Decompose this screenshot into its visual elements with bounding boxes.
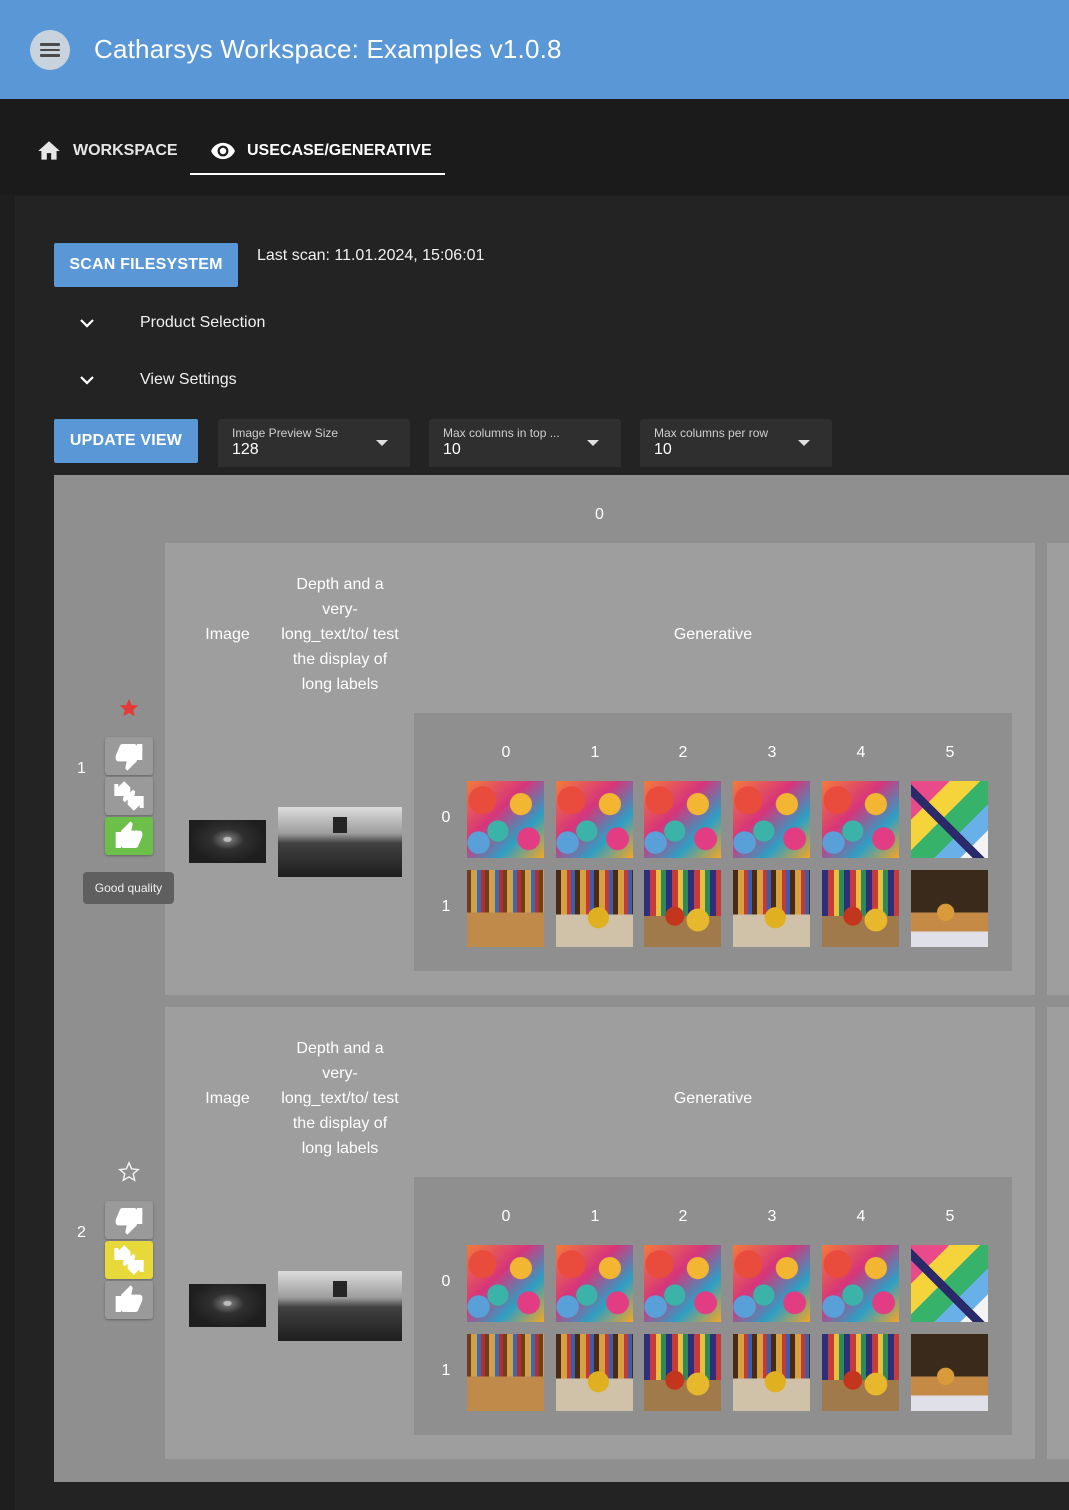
generative-image-thumbnail[interactable]	[644, 1245, 721, 1322]
generative-image-thumbnail[interactable]	[556, 1245, 633, 1322]
image-preview-size-select[interactable]: Image Preview Size 128	[218, 419, 410, 467]
max-columns-top-select[interactable]: Max columns in top ... 10	[429, 419, 621, 467]
chevron-down-icon	[80, 319, 94, 328]
generative-image-thumbnail[interactable]	[467, 1245, 544, 1322]
generative-row-header: 0	[441, 809, 451, 826]
column-header-depth: Depth and a very-long_text/to/ test the …	[281, 1040, 399, 1157]
top-column-header: 0	[595, 506, 604, 523]
tab-usecase-label: USECASE/GENERATIVE	[247, 142, 432, 159]
select-value: 10	[654, 441, 672, 458]
generative-image-thumbnail[interactable]	[644, 870, 721, 947]
generative-column-header: 3	[767, 1208, 777, 1225]
generative-column-header: 5	[945, 744, 955, 761]
row-card-overflow	[1047, 1007, 1069, 1459]
select-label: Max columns in top ...	[443, 426, 560, 440]
tab-workspace-label: WORKSPACE	[73, 142, 178, 159]
menu-icon[interactable]	[30, 30, 70, 70]
generative-row-header: 0	[441, 1273, 451, 1290]
row-index: 2	[77, 1224, 86, 1241]
generative-image-thumbnail[interactable]	[733, 1334, 810, 1411]
column-header-generative: Generative	[673, 626, 753, 643]
tab-workspace[interactable]: WORKSPACE	[36, 127, 178, 175]
generative-column-header: 3	[767, 744, 777, 761]
generative-image-thumbnail[interactable]	[556, 781, 633, 858]
depth-thumbnail[interactable]	[278, 1271, 402, 1341]
generative-image-thumbnail[interactable]	[733, 781, 810, 858]
select-value: 128	[232, 441, 259, 458]
last-scan-text: Last scan: 11.01.2024, 15:06:01	[257, 247, 485, 264]
eye-icon	[211, 142, 235, 160]
chevron-down-icon	[80, 376, 94, 385]
max-columns-per-row-select[interactable]: Max columns per row 10	[640, 419, 832, 467]
tab-bar: WORKSPACE USECASE/GENERATIVE	[0, 99, 1069, 195]
thumbs-mid-button[interactable]	[105, 777, 153, 815]
generative-column-header: 4	[856, 744, 866, 761]
generative-image-thumbnail[interactable]	[467, 1334, 544, 1411]
generative-column-header: 1	[590, 744, 600, 761]
column-header-image: Image	[205, 1090, 250, 1107]
column-header-depth: Depth and a very-long_text/to/ test the …	[281, 576, 399, 693]
thumbs-down-button[interactable]	[105, 1201, 153, 1239]
thumbs-up-button[interactable]	[105, 817, 153, 855]
generative-image-thumbnail[interactable]	[556, 1334, 633, 1411]
app-title: Catharsys Workspace: Examples v1.0.8	[94, 34, 562, 64]
generative-image-thumbnail[interactable]	[911, 1245, 988, 1322]
generative-column-header: 5	[945, 1208, 955, 1225]
generative-image-thumbnail[interactable]	[911, 1334, 988, 1411]
image-thumbnail[interactable]	[189, 820, 266, 863]
generative-image-thumbnail[interactable]	[911, 870, 988, 947]
generative-column-header: 2	[678, 1208, 688, 1225]
quality-tooltip: Good quality	[83, 872, 174, 904]
generative-column-header: 2	[678, 744, 688, 761]
generative-column-header: 0	[501, 744, 511, 761]
generative-image-thumbnail[interactable]	[822, 1334, 899, 1411]
dropdown-arrow-icon	[798, 440, 810, 446]
active-tab-indicator	[190, 173, 445, 175]
select-label: Image Preview Size	[232, 426, 339, 440]
generative-image-thumbnail[interactable]	[556, 870, 633, 947]
image-thumbnail[interactable]	[189, 1284, 266, 1327]
view-settings-label: View Settings	[140, 371, 237, 388]
product-selection-expander[interactable]: Product Selection	[78, 314, 265, 332]
generative-image-thumbnail[interactable]	[733, 1245, 810, 1322]
generative-image-thumbnail[interactable]	[644, 781, 721, 858]
dropdown-arrow-icon	[376, 440, 388, 446]
generative-image-thumbnail[interactable]	[822, 1245, 899, 1322]
scan-filesystem-button[interactable]: SCAN FILESYSTEM	[54, 243, 238, 287]
row-card-overflow	[1047, 543, 1069, 995]
product-selection-label: Product Selection	[140, 314, 266, 331]
star-filled-icon[interactable]	[118, 697, 140, 719]
view-settings-expander[interactable]: View Settings	[78, 371, 237, 389]
tab-usecase-generative[interactable]: USECASE/GENERATIVE	[210, 127, 432, 175]
app-bar: Catharsys Workspace: Examples v1.0.8	[0, 0, 1069, 99]
depth-thumbnail[interactable]	[278, 807, 402, 877]
generative-row-header: 1	[441, 898, 451, 915]
dropdown-arrow-icon	[587, 440, 599, 446]
row-index: 1	[77, 760, 86, 777]
generative-image-thumbnail[interactable]	[822, 870, 899, 947]
generative-column-header: 0	[501, 1208, 511, 1225]
select-label: Max columns per row	[654, 426, 769, 440]
select-value: 10	[443, 441, 461, 458]
generative-row-header: 1	[441, 1362, 451, 1379]
star-outline-icon[interactable]	[118, 1160, 140, 1183]
thumbs-mid-button[interactable]	[105, 1241, 153, 1279]
generative-image-thumbnail[interactable]	[467, 870, 544, 947]
generative-column-header: 4	[856, 1208, 866, 1225]
column-header-generative: Generative	[673, 1090, 753, 1107]
generative-image-thumbnail[interactable]	[822, 781, 899, 858]
update-view-button[interactable]: UPDATE VIEW	[54, 419, 198, 463]
generative-column-header: 1	[590, 1208, 600, 1225]
generative-image-thumbnail[interactable]	[911, 781, 988, 858]
home-icon	[38, 141, 60, 160]
column-header-image: Image	[205, 626, 250, 643]
generative-image-thumbnail[interactable]	[644, 1334, 721, 1411]
thumbs-up-button[interactable]	[105, 1281, 153, 1319]
generative-image-thumbnail[interactable]	[467, 781, 544, 858]
generative-image-thumbnail[interactable]	[733, 870, 810, 947]
thumbs-down-button[interactable]	[105, 737, 153, 775]
